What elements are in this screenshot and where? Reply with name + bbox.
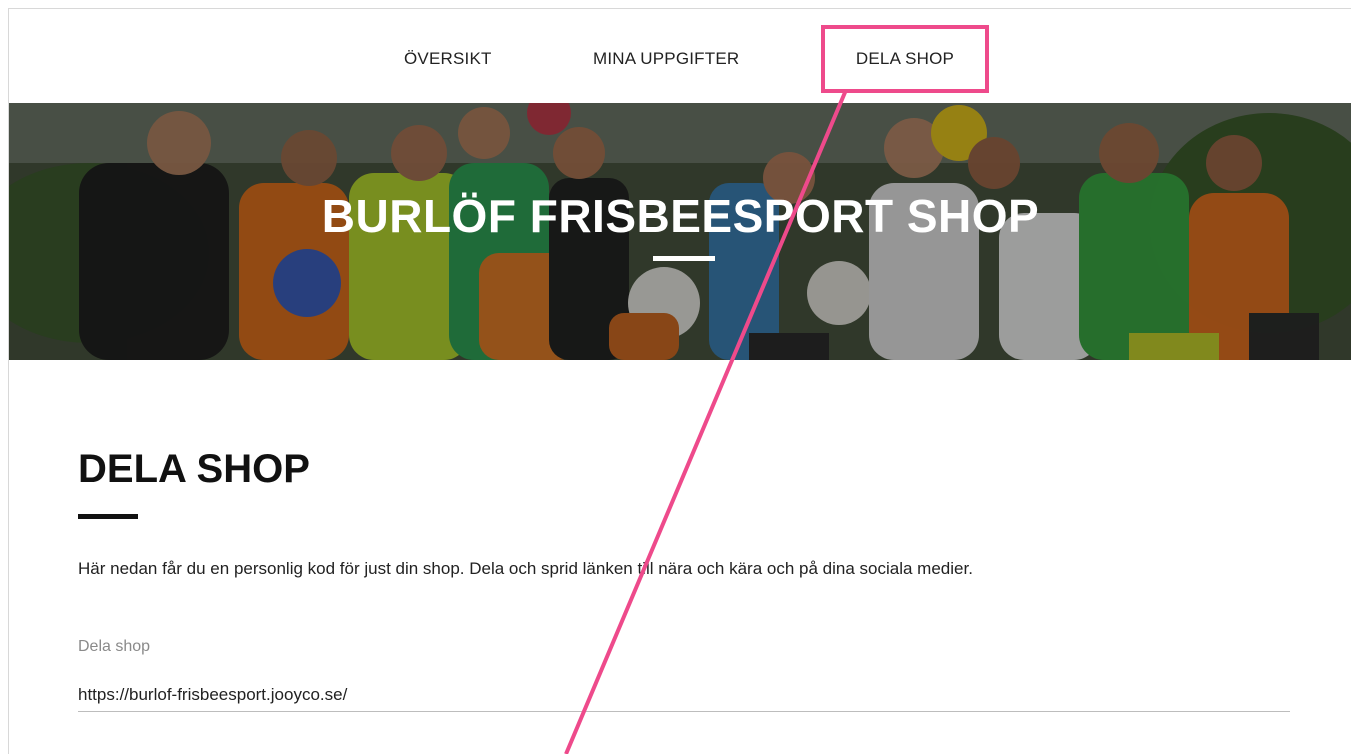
share-description: Här nedan får du en personlig kod för ju… xyxy=(78,559,973,578)
share-shop-label: Dela shop xyxy=(78,638,151,655)
page-title-underline xyxy=(78,514,138,519)
nav-item-oversikt[interactable]: ÖVERSIKT xyxy=(404,49,492,69)
top-navigation: ÖVERSIKT MINA UPPGIFTER DELA SHOP xyxy=(9,9,1351,103)
hero-title-underline xyxy=(653,256,715,261)
nav-item-dela-shop[interactable]: DELA SHOP xyxy=(821,25,989,93)
share-shop-link-field[interactable] xyxy=(78,679,1290,712)
nav-item-mina-uppgifter[interactable]: MINA UPPGIFTER xyxy=(593,49,739,69)
nav-item-dela-shop-label: DELA SHOP xyxy=(855,49,955,68)
page-frame: ÖVERSIKT MINA UPPGIFTER DELA SHOP BURLÖF… xyxy=(8,8,1351,754)
page-title: DELA SHOP xyxy=(78,447,310,491)
hero-banner: BURLÖF FRISBEESPORT SHOP xyxy=(9,103,1351,360)
hero-title: BURLÖF FRISBEESPORT SHOP xyxy=(321,190,1040,242)
